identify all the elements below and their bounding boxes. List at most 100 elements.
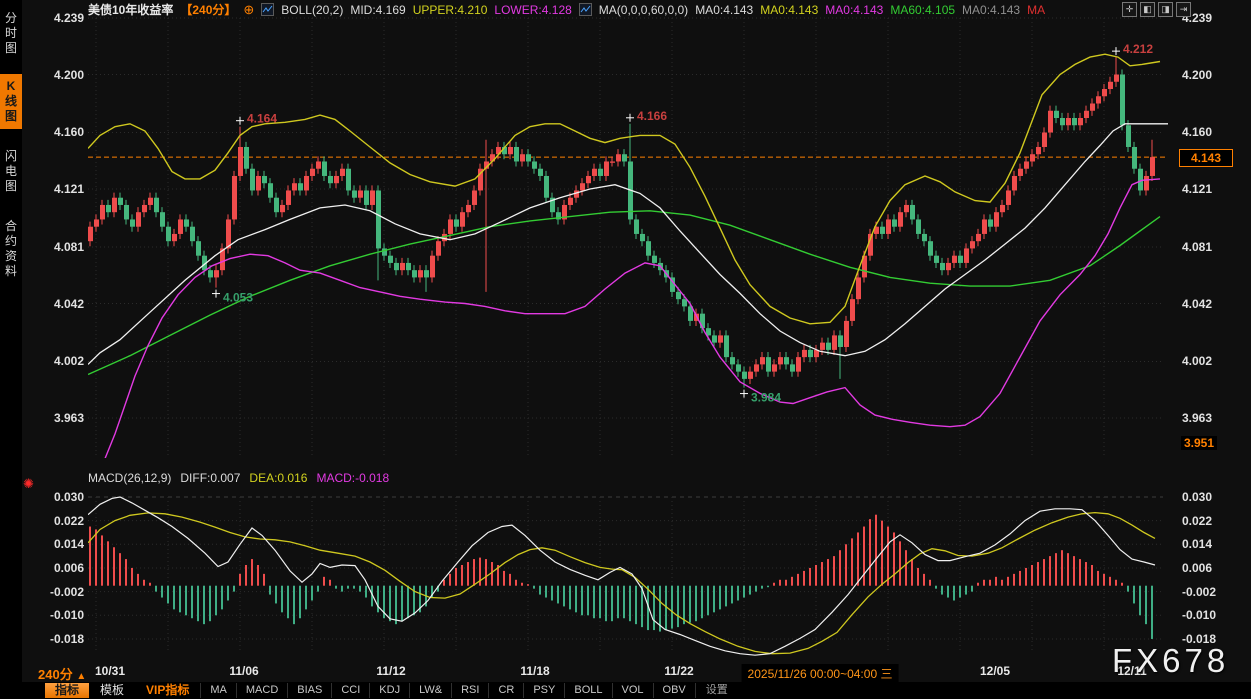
bottom-toolbar: 指标模板VIP指标MAMACDBIASCCIKDJLW&RSICRPSYBOLL… [0, 682, 1251, 699]
date-tick-label: 11/12 [376, 664, 405, 678]
price-markers: 4.164 4.166 4.212 4.053 3.984 [212, 42, 1153, 404]
toolbar-button-MA[interactable]: MA [200, 683, 236, 698]
chart-canvas[interactable]: 4.164 4.166 4.212 4.053 3.984 [0, 0, 1251, 699]
macd-axis-label: 0.030 [1182, 489, 1246, 505]
date-tick-label: 10/31 [95, 664, 125, 678]
sidebar-tab-label: K线图 [4, 79, 18, 124]
toolbar-button-VIP指标[interactable]: VIP指标 [135, 683, 200, 698]
price-axis-label: 4.081 [1182, 239, 1246, 255]
toolbar-button-VOL[interactable]: VOL [612, 683, 653, 698]
price-axis-label: 4.081 [24, 239, 84, 255]
window-controls: ✛◧◨⇥ [1122, 2, 1191, 17]
panel-right-icon[interactable]: ◨ [1158, 2, 1173, 17]
crosshair-icon[interactable]: ✛ [1122, 2, 1137, 17]
sidebar-tab-K线图[interactable]: K线图 [0, 74, 22, 129]
price-axis-label: 4.239 [24, 10, 84, 26]
macd-axis-label: -0.002 [24, 584, 84, 600]
toolbar-button-MACD[interactable]: MACD [236, 683, 287, 698]
toolbar-button-OBV[interactable]: OBV [653, 683, 695, 698]
toolbar-button-PSY[interactable]: PSY [523, 683, 564, 698]
low-price-tag: 3.951 [1181, 436, 1217, 450]
macd-axis-label: 0.014 [24, 536, 84, 552]
toolbar-button-RSI[interactable]: RSI [451, 683, 488, 698]
candlestick-series [88, 57, 1155, 387]
period-text: 240分 [38, 667, 73, 682]
sidebar-tab-label: 分时图 [4, 11, 18, 56]
macd-axis-label: 0.006 [24, 560, 84, 576]
header-indicator-value: MA [1027, 3, 1045, 17]
toolbar-button-BIAS[interactable]: BIAS [287, 683, 331, 698]
macd-axis-label: -0.010 [24, 607, 84, 623]
header-indicator-value: MA0:4.143 [962, 3, 1020, 17]
add-indicator-icon[interactable]: ⊕ [243, 3, 254, 16]
marker-price-label: 4.212 [1123, 42, 1153, 56]
header-indicator-value: MID:4.169 [350, 3, 405, 17]
alert-icon[interactable]: ✺ [23, 476, 34, 492]
header-indicator-value: MA60:4.105 [890, 3, 955, 17]
toolbar-button-KDJ[interactable]: KDJ [369, 683, 409, 698]
header-indicator-value: UPPER:4.210 [413, 3, 488, 17]
left-tab-bar: 分时图 K线图闪电图合约资料 [0, 0, 22, 699]
header-indicator-value: 美债10年收益率 [88, 2, 173, 17]
macd-axis-label: 0.022 [24, 513, 84, 529]
marker-price-label: 3.984 [751, 391, 781, 405]
price-axis-label: 4.002 [1182, 353, 1246, 369]
price-axis-label: 4.121 [24, 181, 84, 197]
period-label[interactable]: 240分 ▲ [38, 664, 86, 683]
last-price-tag: 4.143 [1179, 149, 1233, 167]
toolbar-button-模板[interactable]: 模板 [89, 683, 135, 698]
price-axis-label: 4.160 [24, 124, 84, 140]
header-indicator-value: BOLL(20,2) [281, 3, 343, 17]
macd-axis-label: -0.018 [24, 631, 84, 647]
price-axis-label: 4.200 [1182, 67, 1246, 83]
x-axis: 240分 ▲ 10/3111/0611/1211/1811/222025/11/… [0, 662, 1251, 682]
toolbar-button-CR[interactable]: CR [488, 683, 523, 698]
marker-price-label: 4.164 [247, 112, 277, 126]
panel-left-icon[interactable]: ◧ [1140, 2, 1155, 17]
date-tick-label: 11/22 [664, 664, 693, 678]
header-indicator-value: MA0:4.143 [825, 3, 883, 17]
sidebar-tab-label: 合约资料 [4, 219, 18, 279]
indicator-icon[interactable] [261, 3, 274, 16]
toolbar-button-BOLL[interactable]: BOLL [564, 683, 611, 698]
header-indicator-value: MA0:4.143 [695, 3, 753, 17]
header-indicator-value: LOWER:4.128 [494, 3, 571, 17]
macd-header-value: DEA:0.016 [249, 471, 307, 485]
header-indicator-value: MA(0,0,0,60,0,0) [599, 3, 688, 17]
price-axis-label: 4.160 [1182, 124, 1246, 140]
price-axis-label: 3.963 [1182, 410, 1246, 426]
toolbar-button-CCI[interactable]: CCI [331, 683, 369, 698]
date-tick-label: 11/06 [229, 664, 258, 678]
macd-header: MACD(26,12,9)DIFF:0.007DEA:0.016MACD:-0.… [88, 471, 389, 485]
macd-axis-label: 0.022 [1182, 513, 1246, 529]
indicator-header: 美债10年收益率【240分】 ⊕ BOLL(20,2) MID:4.169 UPPER:… [88, 2, 1118, 17]
watermark: FX678 [1112, 642, 1229, 680]
date-tick-label: 11/18 [520, 664, 549, 678]
price-axis-label: 4.121 [1182, 181, 1246, 197]
sidebar-tab-闪电图[interactable]: 闪电图 [0, 144, 22, 199]
boll-lower-line [95, 179, 1160, 480]
boll-mid-line [88, 124, 1168, 365]
toolbar-button-设置[interactable]: 设置 [695, 683, 738, 698]
sidebar-tab-合约资料[interactable]: 合约资料 [0, 214, 22, 284]
price-axis-label: 4.200 [24, 67, 84, 83]
sidebar-tab-label: 闪电图 [4, 149, 18, 194]
indicator-icon[interactable] [579, 3, 592, 16]
price-axis-label: 4.239 [1182, 10, 1246, 26]
price-axis-label: 3.963 [24, 410, 84, 426]
period-arrow-icon: ▲ [76, 671, 86, 682]
toolbar-button-指标[interactable]: 指标 [45, 683, 89, 698]
price-axis-label: 4.042 [24, 296, 84, 312]
price-axis-label: 4.042 [1182, 296, 1246, 312]
macd-header-value: MACD(26,12,9) [88, 471, 171, 485]
header-indicator-value: 【240分】 [180, 2, 236, 17]
marker-price-label: 4.166 [637, 109, 667, 123]
macd-header-value: DIFF:0.007 [180, 471, 240, 485]
marker-price-label: 4.053 [223, 291, 253, 305]
exit-icon[interactable]: ⇥ [1176, 2, 1191, 17]
header-indicator-value: MA0:4.143 [760, 3, 818, 17]
toolbar-button-LW&[interactable]: LW& [409, 683, 451, 698]
kline-app: 4.1644.1664.2124.0533.984 分时图K线图闪电图合约资料 … [0, 0, 1251, 699]
sidebar-tab-分时图[interactable]: 分时图 [0, 6, 22, 61]
date-tick-label: 12/05 [980, 664, 1010, 678]
